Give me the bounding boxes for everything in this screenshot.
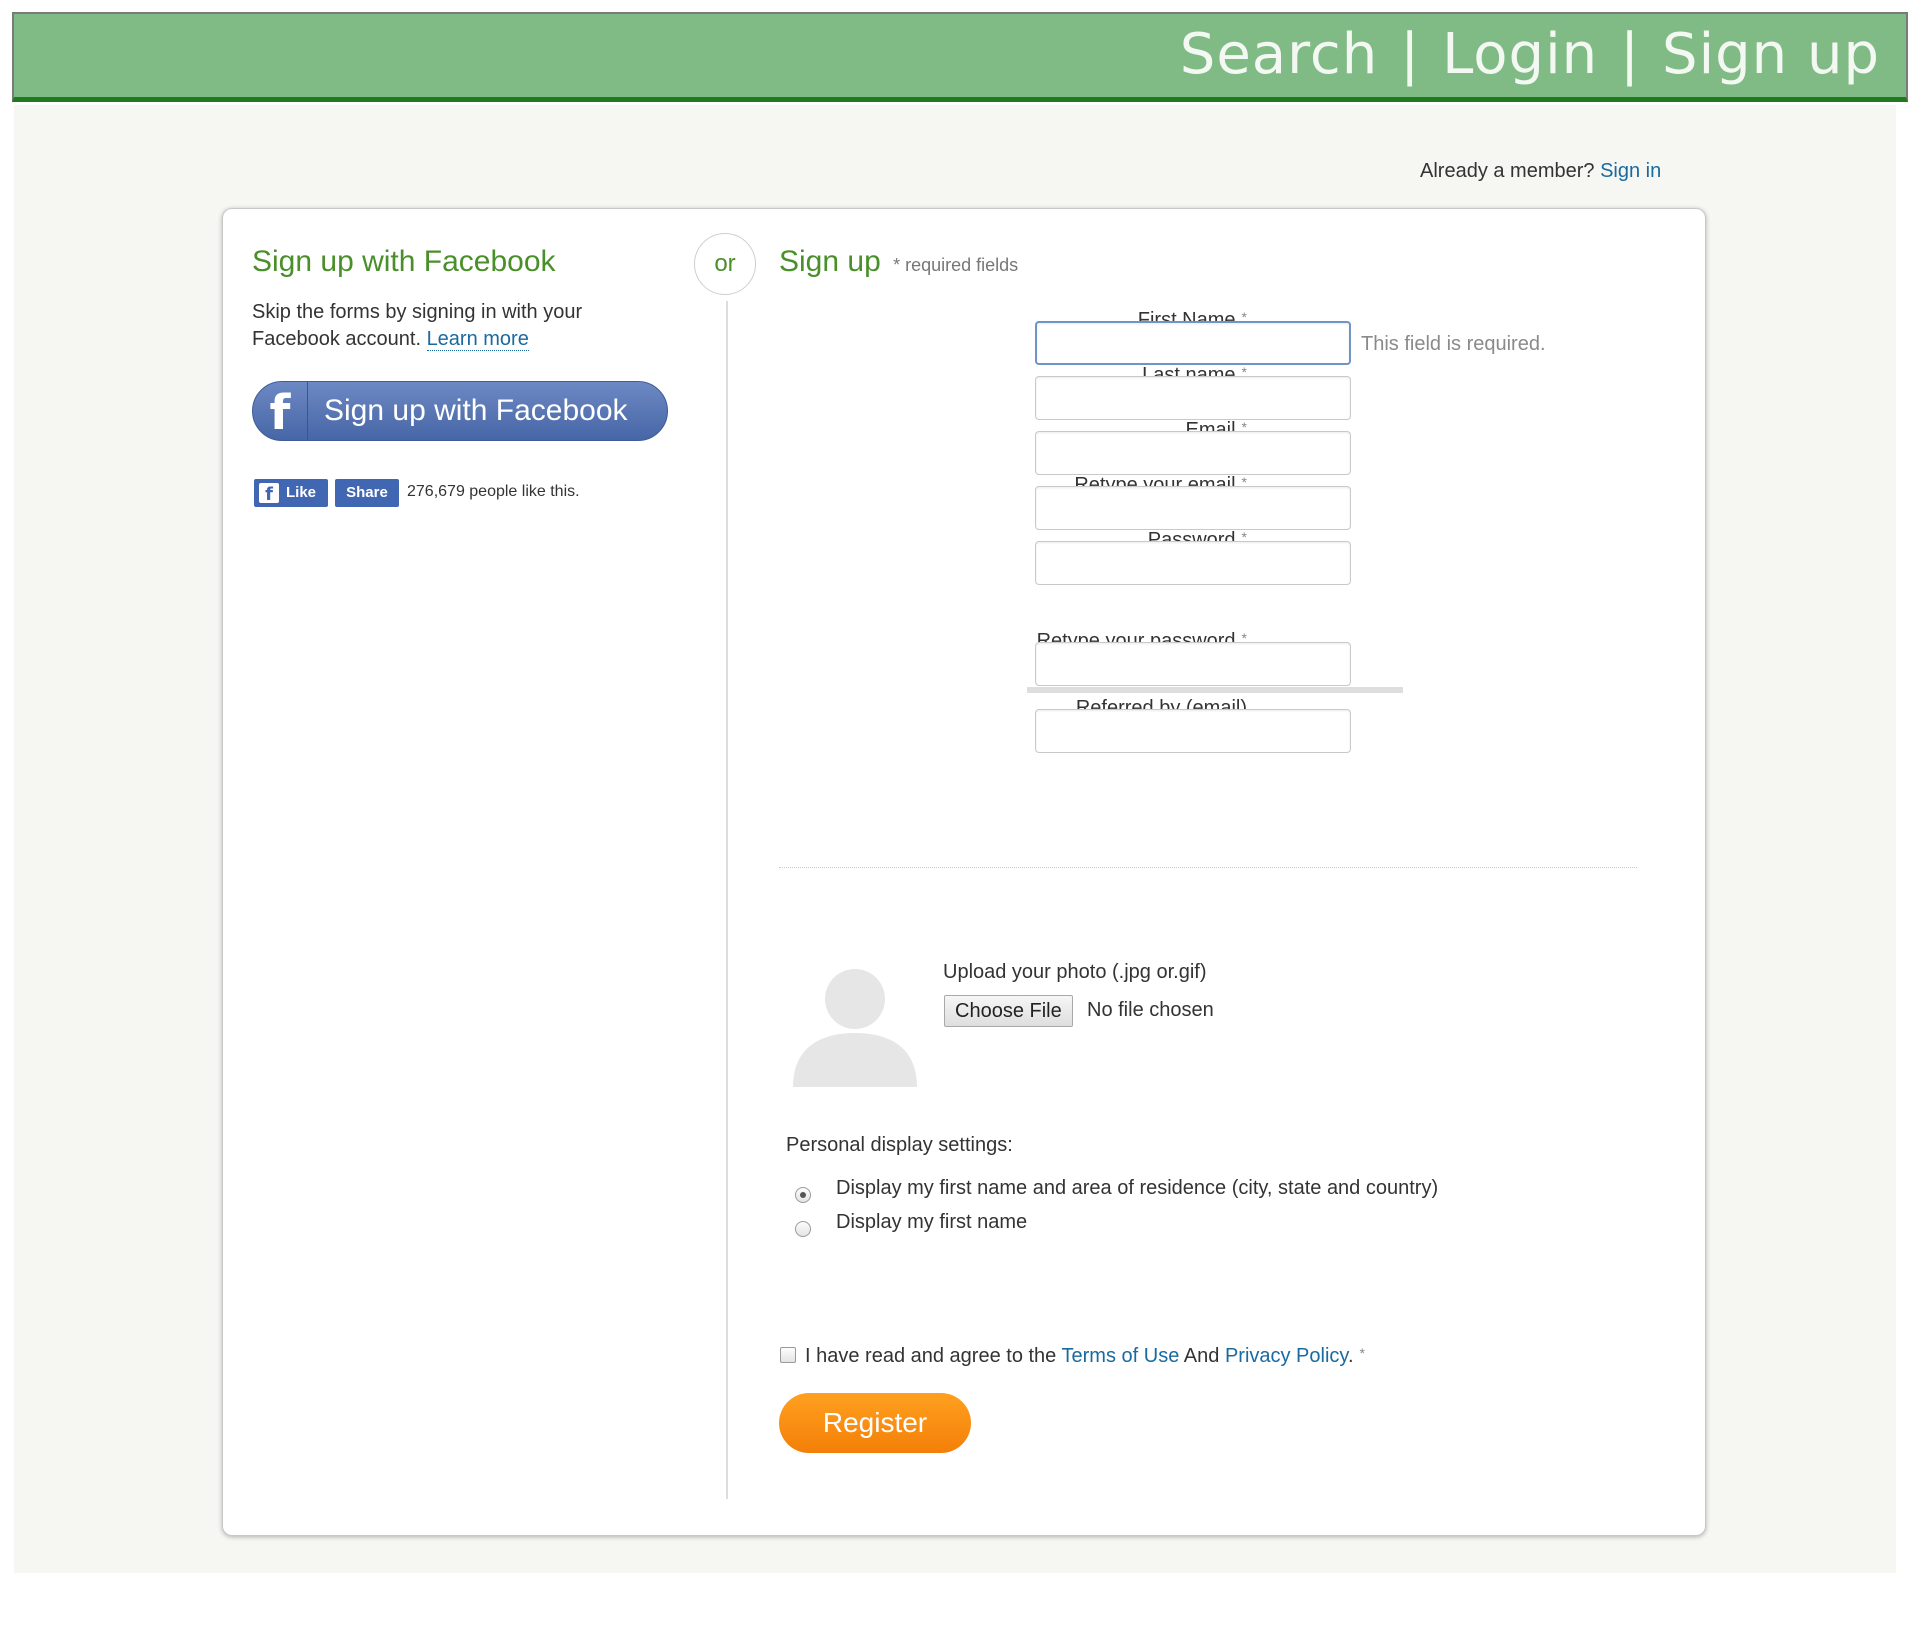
agree-prefix: I have read and agree to the — [805, 1345, 1057, 1367]
facebook-desc-text: Skip the forms by signing in with your F… — [252, 301, 583, 350]
radio-display-first-name[interactable] — [795, 1221, 811, 1237]
radio-label-first-name: Display my first name — [836, 1211, 1028, 1233]
nav-separator: | — [1620, 22, 1641, 87]
facebook-icon: f — [253, 382, 308, 441]
like-count: 276,679 people like this. — [407, 483, 580, 500]
required-star: * — [1359, 1345, 1365, 1361]
facebook-share-button[interactable]: Share — [335, 479, 399, 507]
facebook-title: Sign up with Facebook — [252, 245, 556, 278]
facebook-description: Skip the forms by signing in with your F… — [252, 299, 642, 353]
last-name-input[interactable] — [1035, 376, 1351, 420]
avatar-placeholder-icon — [793, 969, 917, 1087]
no-file-chosen: No file chosen — [1087, 999, 1214, 1021]
agree-and: And — [1183, 1345, 1220, 1367]
radio-label-name-and-area: Display my first name and area of reside… — [836, 1177, 1439, 1199]
nav-signup[interactable]: Sign up — [1662, 22, 1880, 87]
already-member: Already a member? Sign in — [1420, 160, 1661, 183]
first-name-error: This field is required. — [1361, 333, 1546, 355]
signup-card: or Sign up with Facebook Skip the forms … — [222, 208, 1706, 1536]
sign-in-link[interactable]: Sign in — [1600, 160, 1661, 182]
register-button[interactable]: Register — [779, 1393, 971, 1453]
column-divider — [726, 301, 728, 1499]
top-bar: Search | Login | Sign up — [12, 12, 1908, 102]
choose-file-button[interactable]: Choose File — [944, 995, 1073, 1027]
display-settings-label: Personal display settings: — [786, 1134, 1013, 1156]
already-member-text: Already a member? — [1420, 160, 1595, 182]
section-divider — [779, 867, 1637, 868]
facebook-button-label: Sign up with Facebook — [324, 394, 628, 427]
password-input[interactable] — [1035, 541, 1351, 585]
nav-separator: | — [1400, 22, 1421, 87]
nav-search[interactable]: Search — [1180, 22, 1378, 87]
like-label: Like — [286, 484, 317, 501]
retype-password-input[interactable] — [1035, 642, 1351, 686]
upload-photo-label: Upload your photo (.jpg or.gif) — [943, 961, 1207, 983]
learn-more-link[interactable]: Learn more — [426, 328, 529, 351]
or-circle: or — [694, 233, 756, 295]
top-nav: Search | Login | Sign up — [1180, 22, 1880, 87]
email-input[interactable] — [1035, 431, 1351, 475]
agree-text: I have read and agree to the Terms of Us… — [805, 1345, 1365, 1368]
agree-suffix: . — [1347, 1345, 1354, 1367]
password-strength-bar — [1027, 687, 1403, 693]
first-name-input[interactable] — [1035, 321, 1351, 365]
facebook-signup-button[interactable]: f Sign up with Facebook — [252, 381, 668, 441]
radio-display-name-and-area[interactable] — [795, 1187, 811, 1203]
facebook-mini-icon: f — [259, 483, 279, 505]
terms-of-use-link[interactable]: Terms of Use — [1062, 1345, 1180, 1367]
facebook-like-button[interactable]: f Like — [254, 479, 328, 507]
retype-email-input[interactable] — [1035, 486, 1351, 530]
referred-by-input[interactable] — [1035, 709, 1351, 753]
nav-login[interactable]: Login — [1442, 22, 1598, 87]
privacy-policy-link[interactable]: Privacy Policy — [1225, 1345, 1348, 1367]
agree-checkbox[interactable] — [780, 1347, 796, 1363]
